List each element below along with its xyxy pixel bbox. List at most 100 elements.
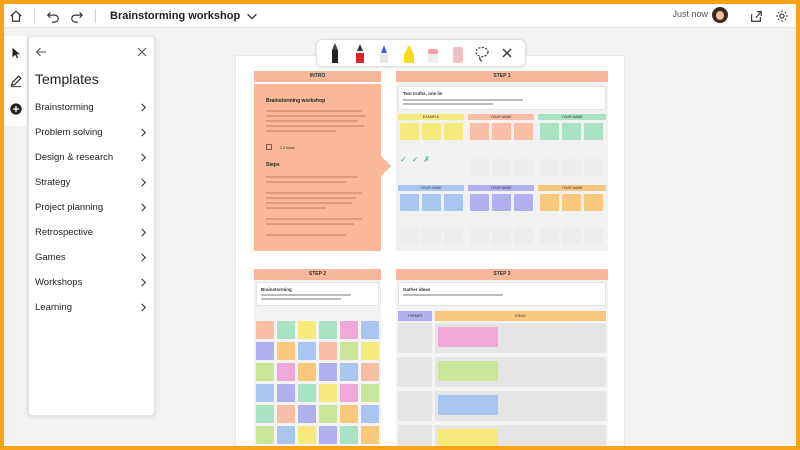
sticky-note[interactable] [444,194,463,211]
eraser-icon[interactable] [423,41,443,65]
sticky-note[interactable] [361,321,379,339]
sticky-note[interactable] [444,123,463,140]
empty-slot[interactable] [584,228,603,245]
sticky-note[interactable] [361,405,379,423]
sticky-note[interactable] [340,321,358,339]
empty-slot[interactable] [400,228,419,245]
sticky-note[interactable] [361,384,379,402]
step3-card[interactable]: Gather ideas [398,282,606,306]
empty-slot[interactable] [562,228,581,245]
template-category-design-research[interactable]: Design & research [29,145,154,170]
share-icon[interactable] [744,4,768,28]
sticky-note[interactable] [319,426,337,444]
empty-slot[interactable] [584,159,603,176]
board-title[interactable]: Brainstorming workshop [110,10,240,22]
red-pen-icon[interactable] [350,41,370,65]
step1-section[interactable]: STEP 1 Two truths, one lie EXAMPLE YOUR … [396,71,608,251]
highlighter-icon[interactable] [399,41,419,65]
theme-cell[interactable] [398,425,432,446]
sticky-note[interactable] [584,123,603,140]
sticky-note[interactable] [277,405,295,423]
theme-cell[interactable] [398,323,432,353]
sticky-note[interactable] [540,194,559,211]
whiteboard-canvas[interactable]: INTRO Brainstorming workshop 1-2 hours S… [235,55,625,446]
sticky-note[interactable] [400,123,419,140]
theme-cell[interactable] [398,391,432,421]
sticky-group[interactable] [438,429,498,446]
template-category-retrospective[interactable]: Retrospective [29,220,154,245]
theme-cell[interactable] [398,357,432,387]
avatar[interactable] [712,7,728,23]
ruler-eraser-icon[interactable] [448,41,468,65]
sticky-note[interactable] [298,426,316,444]
empty-slot[interactable] [470,159,489,176]
sticky-note[interactable] [256,405,274,423]
sticky-note[interactable] [256,342,274,360]
sticky-note[interactable] [361,363,379,381]
sticky-group[interactable] [438,327,498,347]
chevron-down-icon[interactable] [240,4,264,28]
sticky-note[interactable] [562,194,581,211]
sticky-note[interactable] [492,194,511,211]
sticky-note[interactable] [256,426,274,444]
lasso-icon[interactable] [472,41,492,65]
sticky-note[interactable] [422,194,441,211]
sticky-note[interactable] [319,342,337,360]
sticky-note[interactable] [340,405,358,423]
sticky-note[interactable] [319,405,337,423]
empty-slot[interactable] [514,228,533,245]
sticky-note[interactable] [298,321,316,339]
sticky-note[interactable] [256,363,274,381]
sticky-note[interactable] [340,426,358,444]
empty-slot[interactable] [540,159,559,176]
back-arrow-icon[interactable] [35,45,47,63]
sticky-note[interactable] [361,426,379,444]
sticky-note[interactable] [514,123,533,140]
undo-icon[interactable] [41,4,65,28]
template-category-strategy[interactable]: Strategy [29,170,154,195]
sticky-note[interactable] [514,194,533,211]
template-category-problem-solving[interactable]: Problem solving [29,120,154,145]
sticky-group[interactable] [438,361,498,381]
close-icon[interactable] [497,41,517,65]
sticky-note[interactable] [256,321,274,339]
sticky-note[interactable] [470,123,489,140]
template-category-brainstorming[interactable]: Brainstorming [29,95,154,120]
sticky-note[interactable] [361,342,379,360]
sticky-note[interactable] [298,363,316,381]
empty-slot[interactable] [470,228,489,245]
step3-section[interactable]: STEP 3 Gather ideas THEMES IDEAS [396,269,608,446]
template-category-project-planning[interactable]: Project planning [29,195,154,220]
sticky-note[interactable] [319,384,337,402]
home-icon[interactable] [4,4,28,28]
empty-slot[interactable] [562,159,581,176]
pointer-icon[interactable] [5,42,27,64]
empty-slot[interactable] [492,228,511,245]
sticky-note[interactable] [277,426,295,444]
template-category-games[interactable]: Games [29,245,154,270]
sticky-note[interactable] [256,384,274,402]
sticky-note[interactable] [562,123,581,140]
step2-card[interactable]: Brainstorming [256,282,379,306]
sticky-note[interactable] [492,123,511,140]
sticky-note[interactable] [277,342,295,360]
blue-pen-icon[interactable] [374,41,394,65]
sticky-note[interactable] [340,363,358,381]
sticky-note[interactable] [340,384,358,402]
sticky-group[interactable] [438,395,498,415]
sticky-note[interactable] [422,123,441,140]
sticky-note[interactable] [277,384,295,402]
plus-circle-icon[interactable] [5,98,27,120]
sticky-note[interactable] [298,384,316,402]
sticky-note[interactable] [584,194,603,211]
sticky-note[interactable] [540,123,559,140]
step2-section[interactable]: STEP 2 Brainstorming [254,269,381,446]
empty-slot[interactable] [444,228,463,245]
gear-icon[interactable] [770,4,794,28]
empty-slot[interactable] [492,159,511,176]
sticky-note[interactable] [298,342,316,360]
redo-icon[interactable] [65,4,89,28]
empty-slot[interactable] [422,228,441,245]
black-pen-icon[interactable] [325,41,345,65]
intro-section[interactable]: INTRO Brainstorming workshop 1-2 hours S… [254,71,391,251]
